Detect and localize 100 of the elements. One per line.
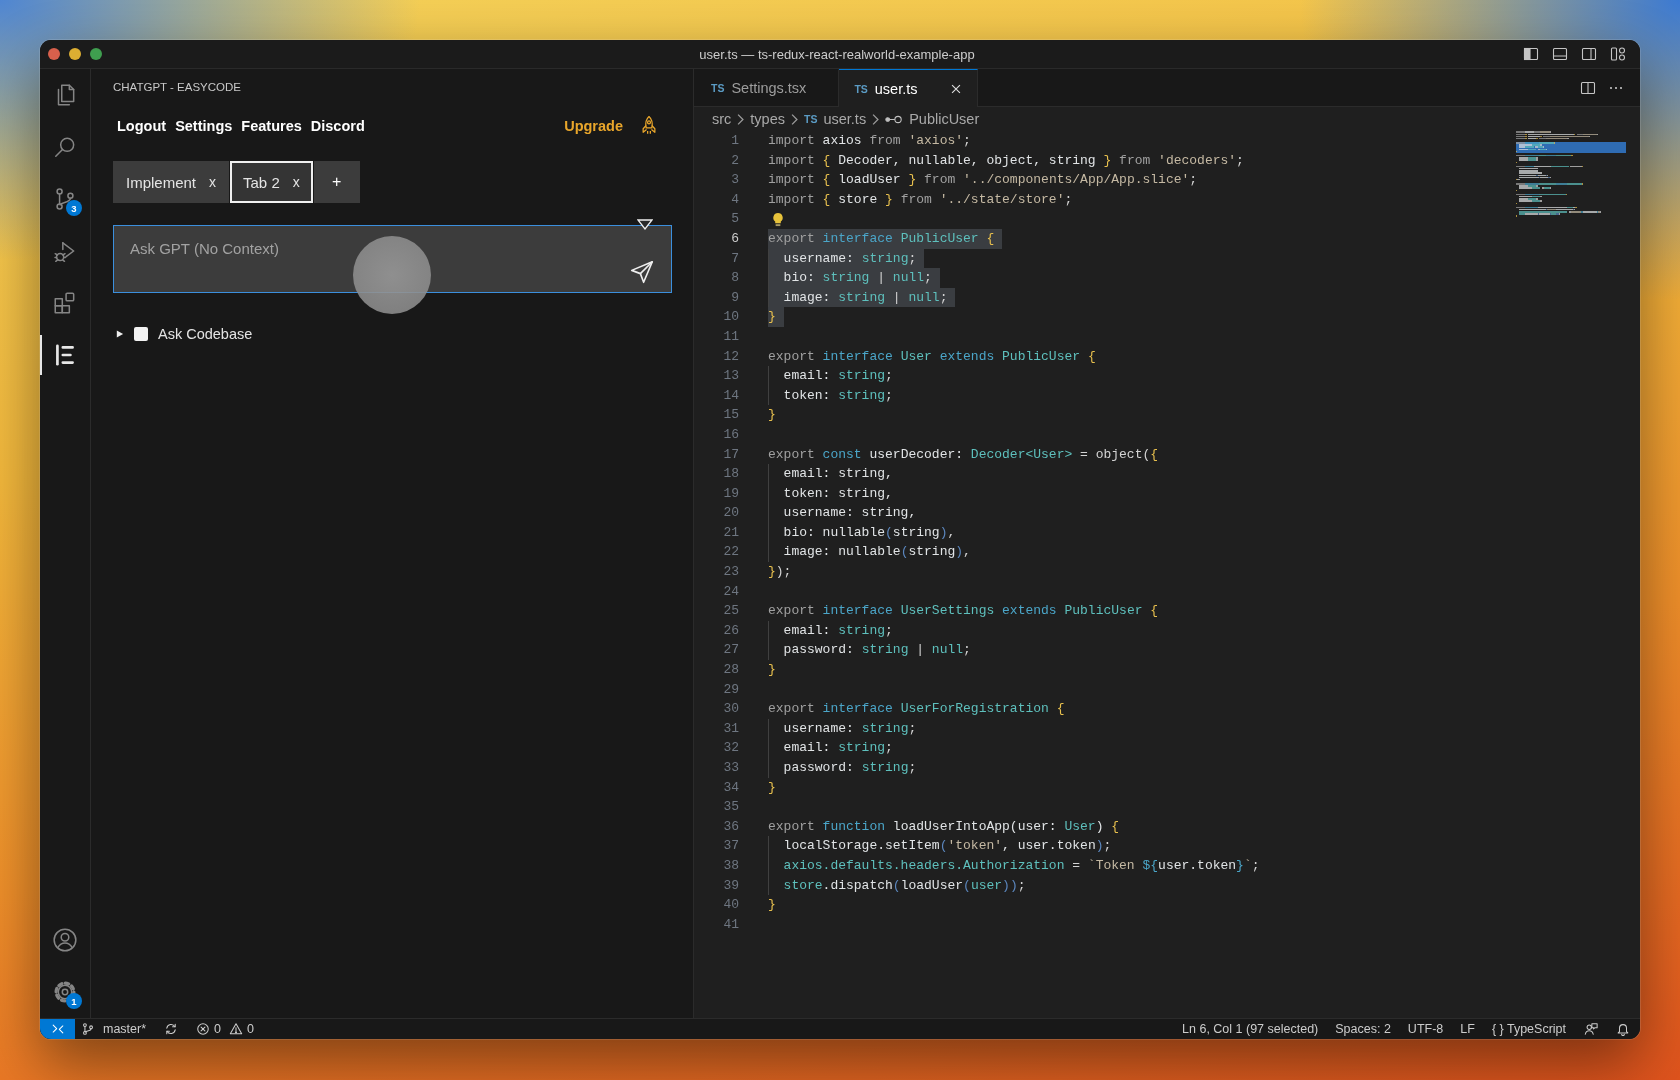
sync-icon[interactable] (164, 1022, 179, 1036)
line-ending-status[interactable]: LF (1460, 1022, 1475, 1036)
remote-button[interactable] (40, 1019, 75, 1039)
line-number: 39 (722, 876, 739, 895)
code-line: export const userDecoder: Decoder<User> = object({ (768, 445, 1159, 464)
gear-icon[interactable] (52, 979, 78, 1005)
code-line: password: string; (768, 758, 917, 778)
chat-tab[interactable]: Implement x (113, 161, 230, 203)
line-number: 7 (730, 249, 739, 268)
line-number: 23 (722, 563, 739, 582)
code-line: }); (768, 563, 792, 582)
line-number: 34 (722, 778, 739, 797)
cursor-position[interactable]: Ln 6, Col 1 (97 selected) (1182, 1022, 1319, 1036)
line-number: 21 (722, 523, 739, 542)
account-icon[interactable] (52, 927, 78, 953)
line-number: 12 (722, 347, 739, 366)
ask-codebase-checkbox[interactable] (134, 327, 148, 341)
line-number: 17 (722, 445, 739, 464)
prompt-input[interactable]: Ask GPT (No Context) (113, 225, 672, 293)
minimap-drawing[interactable] (1516, 131, 1626, 220)
line-number: 6 (730, 229, 739, 248)
checkbox-label: Ask Codebase (158, 326, 253, 342)
problems-status[interactable]: 0 0 (196, 1022, 254, 1036)
bell-icon[interactable] (1616, 1022, 1630, 1036)
expand-arrow-icon[interactable] (115, 329, 124, 339)
line-number: 16 (722, 425, 739, 444)
chevron-right-icon (791, 113, 798, 125)
line-number: 30 (722, 700, 739, 719)
breadcrumb-item[interactable]: src (712, 111, 732, 127)
line-number: 11 (722, 327, 739, 346)
nav-link[interactable]: Features (241, 118, 302, 134)
window-maximize-button[interactable] (90, 48, 102, 60)
breadcrumb-item[interactable]: PublicUser (909, 111, 980, 127)
language-status[interactable]: { } TypeScript (1491, 1022, 1566, 1036)
line-number: 1 (730, 132, 739, 150)
breadcrumb-item[interactable]: types (750, 111, 785, 127)
secondary-sidebar-icon[interactable] (1581, 46, 1597, 62)
nav-link[interactable]: Discord (310, 118, 365, 134)
code-line: import axios from 'axios'; (768, 132, 971, 150)
indentation-status[interactable]: Spaces: 2 (1335, 1022, 1391, 1036)
notification-count: 1 (66, 993, 82, 1009)
sidebar-toggle-icon[interactable] (1523, 46, 1539, 62)
line-number: 15 (722, 406, 739, 425)
code-line: bio: nullable(string), (768, 522, 956, 543)
line-number: 29 (722, 680, 739, 699)
line-number: 24 (722, 582, 739, 601)
encoding-status[interactable]: UTF-8 (1407, 1022, 1444, 1036)
file-type-label: TS (804, 113, 818, 125)
code-line: } (768, 896, 776, 915)
warning-icon (229, 1022, 244, 1036)
close-tab-button[interactable]: x (209, 174, 217, 190)
error-icon (196, 1022, 211, 1036)
feedback-icon[interactable] (1584, 1022, 1598, 1036)
line-number: 20 (722, 504, 739, 523)
code-line: } (768, 406, 776, 425)
code-line: token: string, (768, 483, 893, 504)
line-number: 40 (722, 896, 739, 915)
code-line: email: string; (768, 738, 893, 758)
upgrade-link[interactable]: Upgrade (564, 118, 623, 134)
file-type-label: TS (711, 82, 725, 94)
close-tab-button[interactable]: x (292, 174, 300, 190)
code-line: password: string | null; (768, 640, 971, 661)
lightbulb-icon[interactable] (772, 211, 784, 227)
code-line: export interface UserSettings extends PublicUser { (768, 602, 1159, 621)
send-icon[interactable] (629, 259, 655, 285)
breadcrumb-item[interactable]: user.ts (823, 111, 867, 127)
code-line: import { Decoder, nullable, object, string } from 'decoders'; (768, 151, 1244, 170)
line-number: 5 (730, 210, 739, 229)
nav-link[interactable]: Settings (175, 118, 233, 134)
line-number: 18 (722, 465, 739, 484)
panel-title: CHATGPT - EASYCODE (113, 80, 241, 93)
line-number: 3 (730, 171, 739, 190)
window-close-button[interactable] (48, 48, 60, 60)
line-number: 41 (722, 915, 739, 934)
line-number: 26 (722, 621, 739, 640)
code-line: axios.defaults.headers.Authorization = `Token ${user.token}`; (768, 855, 1260, 876)
code-line: email: string; (768, 366, 893, 386)
line-number: 2 (730, 151, 739, 170)
line-number: 13 (722, 367, 739, 386)
symbol-icon (885, 114, 904, 124)
nav-link[interactable]: Logout (117, 118, 167, 134)
code-line: image: nullable(string), (768, 542, 971, 563)
code-line: export function loadUserIntoApp(user: User) { (768, 817, 1120, 836)
code-line: } (768, 778, 776, 797)
window-minimize-button[interactable] (69, 48, 81, 60)
branch-status[interactable]: master* (81, 1022, 147, 1036)
notification-count: 3 (66, 200, 82, 216)
chat-tab[interactable]: Tab 2 x (230, 161, 313, 203)
code-line: token: string; (768, 385, 893, 406)
file-type-label: TS (854, 82, 868, 95)
layout-icon[interactable] (1610, 46, 1626, 62)
rocket-icon[interactable] (640, 115, 658, 137)
triangle-down-icon[interactable] (637, 219, 653, 230)
new-tab-button[interactable]: + (313, 161, 360, 203)
line-number: 28 (722, 661, 739, 680)
code-line: export interface UserForRegistration { (768, 700, 1065, 719)
panel-toggle-icon[interactable] (1552, 46, 1568, 62)
code-line: username: string; (768, 718, 917, 739)
split-editor-icon[interactable] (1580, 79, 1596, 96)
editor-tab[interactable]: TS user.ts (839, 69, 978, 107)
